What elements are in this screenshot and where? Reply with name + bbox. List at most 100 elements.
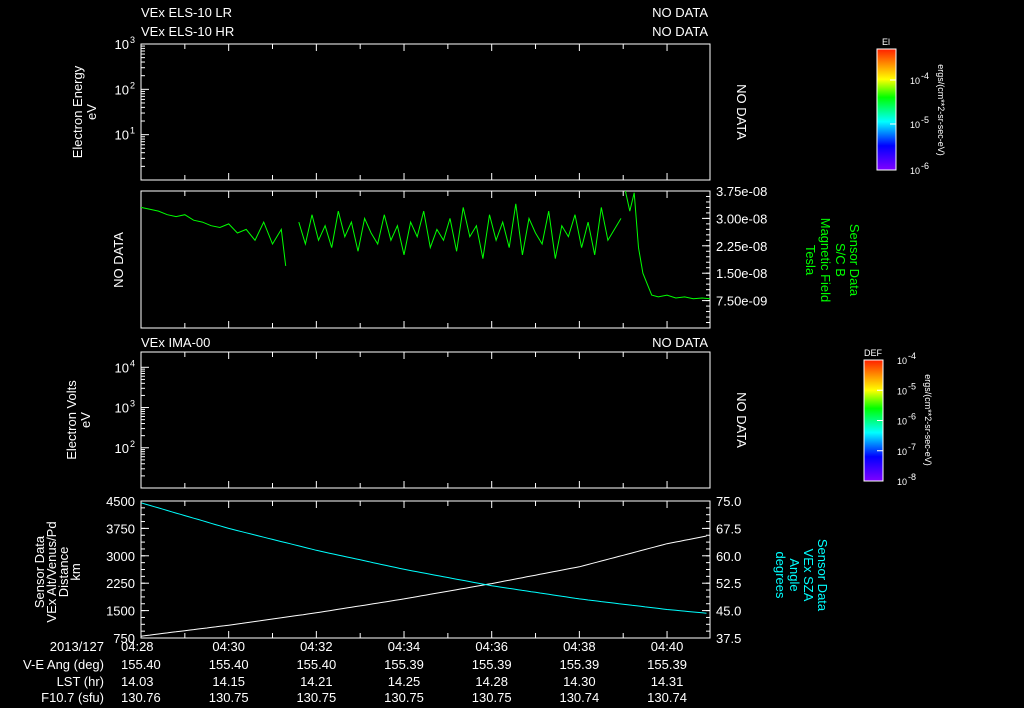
panel1-title-lr: VEx ELS-10 LR xyxy=(141,5,232,20)
panel1-tick-exp: 2 xyxy=(130,80,135,90)
panel4-left-tick-label: 1500 xyxy=(106,604,135,619)
cb3-tick-exp: -8 xyxy=(908,472,916,482)
footer-cell: 04:38 xyxy=(563,639,596,654)
panel2-nodata: NO DATA xyxy=(111,232,126,288)
panel4-left-label: km xyxy=(68,563,83,580)
footer-cell: 14.31 xyxy=(651,674,684,689)
cb3-tick-exp: -4 xyxy=(908,351,916,361)
footer-cell: 14.28 xyxy=(475,674,508,689)
footer-cell: 130.75 xyxy=(209,690,249,705)
panel1-colorbar-title: El xyxy=(882,37,890,47)
cb3-tick-label: 10 xyxy=(897,386,907,396)
panel3-colorbar-title: DEF xyxy=(864,348,883,358)
panel4-right-label: VEx SZA xyxy=(801,549,816,602)
panel1-tick-label: 10 xyxy=(115,37,129,52)
footer-cell: 130.75 xyxy=(296,690,336,705)
footer-cell: 130.74 xyxy=(559,690,599,705)
cb1-tick-exp: -6 xyxy=(921,161,929,171)
cb3-tick-label: 10 xyxy=(897,447,907,457)
panel1-tick-label: 10 xyxy=(115,128,129,143)
footer-cell: 14.25 xyxy=(388,674,421,689)
panel1-tick-exp: 3 xyxy=(130,35,135,45)
footer-cell: 04:40 xyxy=(651,639,684,654)
panel4-right-tick-label: 52.5 xyxy=(716,576,741,591)
panel1-colorbar-unit: ergs/(cm**2-sr-sec-eV) xyxy=(936,64,946,156)
panel4-right-tick-label: 67.5 xyxy=(716,521,741,536)
cb1-tick-label: 10 xyxy=(910,120,920,130)
plot-canvas: VEx ELS-10 LR NO DATA VEx ELS-10 HR NO D… xyxy=(0,0,1024,708)
panel1-nodata: NO DATA xyxy=(734,84,749,140)
panel4-left-tick-label: 3750 xyxy=(106,521,135,536)
panel1-status-hr: NO DATA xyxy=(652,24,708,39)
footer-cell: 14.03 xyxy=(121,674,154,689)
panel3-tick-exp: 3 xyxy=(130,399,135,409)
cb3-tick-exp: -7 xyxy=(908,442,916,452)
footer-cell: 155.40 xyxy=(121,657,161,672)
panel2-tick-label: 1.50e-08 xyxy=(716,266,767,281)
footer-cell: 04:28 xyxy=(121,639,154,654)
footer-cell: 04:34 xyxy=(388,639,421,654)
panel2-right-label: Magnetic Field xyxy=(818,218,833,303)
panel3-colorbar-unit: ergs/(cm**2-sr-sec-eV) xyxy=(923,374,933,466)
panel4-right-tick-label: 75.0 xyxy=(716,494,741,509)
panel3-yunit: eV xyxy=(78,412,93,428)
panel4-right-tick-label: 37.5 xyxy=(716,631,741,646)
panel3-tick-exp: 2 xyxy=(130,439,135,449)
footer-row-label: V-E Ang (deg) xyxy=(23,657,104,672)
panel4-right-label: Sensor Data xyxy=(815,539,830,612)
panel2-tick-label: 2.25e-08 xyxy=(716,239,767,254)
footer-row-label: 2013/127 xyxy=(50,639,104,654)
panel4-right-label: degrees xyxy=(773,552,788,599)
panel4-left-tick-label: 2250 xyxy=(106,576,135,591)
panel1-status-lr: NO DATA xyxy=(652,5,708,20)
panel3-tick-label: 10 xyxy=(115,401,129,416)
panel1-title-hr: VEx ELS-10 HR xyxy=(141,24,234,39)
panel4-right-tick-label: 45.0 xyxy=(716,604,741,619)
panel2-tick-label: 7.50e-09 xyxy=(716,294,767,309)
panel1-tick-label: 10 xyxy=(115,82,129,97)
panel3-tick-label: 10 xyxy=(115,360,129,375)
footer-cell: 04:36 xyxy=(475,639,508,654)
panel2-right-label: S/C B xyxy=(833,243,848,277)
footer-row-label: LST (hr) xyxy=(57,674,104,689)
footer-cell: 130.74 xyxy=(647,690,687,705)
panel1-yunit: eV xyxy=(84,104,99,120)
cb1-tick-exp: -4 xyxy=(921,71,929,81)
footer-cell: 04:32 xyxy=(300,639,333,654)
cb3-tick-label: 10 xyxy=(897,417,907,427)
cb3-tick-label: 10 xyxy=(897,477,907,487)
panel4-right-label: Angle xyxy=(787,558,802,591)
panel2-tick-label: 3.00e-08 xyxy=(716,211,767,226)
footer-cell: 155.39 xyxy=(559,657,599,672)
footer-row-label: F10.7 (sfu) xyxy=(41,690,104,705)
panel3-status: NO DATA xyxy=(652,335,708,350)
footer-cell: 14.21 xyxy=(300,674,333,689)
panel4-left-tick-label: 4500 xyxy=(106,494,135,509)
panel1-tick-exp: 1 xyxy=(130,126,135,136)
footer-cell: 155.39 xyxy=(472,657,512,672)
panel1-ylabel: Electron Energy xyxy=(70,65,85,158)
panel2-tick-label: 3.75e-08 xyxy=(716,184,767,199)
panel4-left-tick-label: 3000 xyxy=(106,549,135,564)
footer-cell: 04:30 xyxy=(212,639,245,654)
cb1-tick-exp: -5 xyxy=(921,115,929,125)
panel3-title: VEx IMA-00 xyxy=(141,335,210,350)
panel3-tick-label: 10 xyxy=(115,441,129,456)
footer-cell: 155.40 xyxy=(296,657,336,672)
cb1-tick-label: 10 xyxy=(910,76,920,86)
cb3-tick-label: 10 xyxy=(897,356,907,366)
footer-cell: 155.39 xyxy=(647,657,687,672)
panel3-tick-exp: 4 xyxy=(130,358,135,368)
cb3-tick-exp: -5 xyxy=(908,381,916,391)
panel3-nodata: NO DATA xyxy=(734,392,749,448)
footer-cell: 130.75 xyxy=(472,690,512,705)
panel1-colorbar xyxy=(876,48,897,171)
panel4-right-tick-label: 60.0 xyxy=(716,549,741,564)
cb1-tick-label: 10 xyxy=(910,166,920,176)
footer-cell: 130.75 xyxy=(384,690,424,705)
footer-cell: 155.40 xyxy=(209,657,249,672)
panel2-right-label: Tesla xyxy=(803,245,818,276)
footer-cell: 14.30 xyxy=(563,674,596,689)
footer-cell: 155.39 xyxy=(384,657,424,672)
panel2-right-label: Sensor Data xyxy=(847,224,862,297)
